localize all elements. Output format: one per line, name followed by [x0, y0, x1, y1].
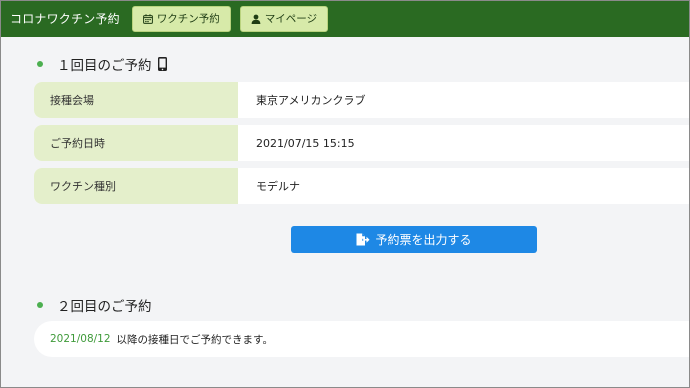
print-reservation-ticket-button[interactable]: 予約票を出力する [291, 226, 537, 253]
second-reservation-title: ２回目のご予約 [57, 299, 152, 315]
detail-row-venue: 接種会場 東京アメリカンクラブ [34, 82, 690, 118]
first-reservation-title: １回目のご予約 [57, 58, 152, 74]
detail-row-datetime: ご予約日時 2021/07/15 15:15 [34, 125, 690, 161]
detail-row-vaccine-type: ワクチン種別 モデルナ [34, 168, 690, 204]
available-from-date: 2021/08/12 [50, 333, 111, 345]
first-reservation-heading: １回目のご予約 [37, 54, 167, 74]
detail-value: 東京アメリカンクラブ [256, 94, 366, 107]
detail-label: ワクチン種別 [34, 168, 238, 204]
user-icon [251, 14, 261, 24]
nav-vaccine-reservation-button[interactable]: ワクチン予約 [131, 5, 231, 32]
app-title: コロナワクチン予約 [10, 12, 120, 26]
calendar-icon [142, 13, 153, 24]
notice-text: 以降の接種日でご予約できます。 [116, 333, 273, 346]
detail-value: モデルナ [256, 180, 300, 193]
bullet-dot [37, 302, 43, 308]
file-export-icon [356, 233, 370, 246]
nav-mypage-label: マイページ [264, 13, 318, 25]
nav-vaccine-reservation-label: ワクチン予約 [156, 13, 220, 25]
first-reservation-details: 接種会場 東京アメリカンクラブ ご予約日時 2021/07/15 15:15 ワ… [34, 82, 690, 211]
mobile-phone-icon [157, 57, 167, 71]
second-reservation-heading: ２回目のご予約 [37, 295, 152, 315]
print-reservation-ticket-label: 予約票を出力する [375, 233, 472, 247]
nav-mypage-button[interactable]: マイページ [239, 5, 329, 32]
detail-label: 接種会場 [34, 82, 238, 118]
bullet-dot [37, 61, 43, 67]
detail-label: ご予約日時 [34, 125, 238, 161]
second-reservation-notice: 2021/08/12 以降の接種日でご予約できます。 [34, 321, 690, 357]
top-nav-bar: コロナワクチン予約 ワクチン予約 マイページ [0, 0, 690, 37]
detail-value: 2021/07/15 15:15 [256, 136, 355, 150]
